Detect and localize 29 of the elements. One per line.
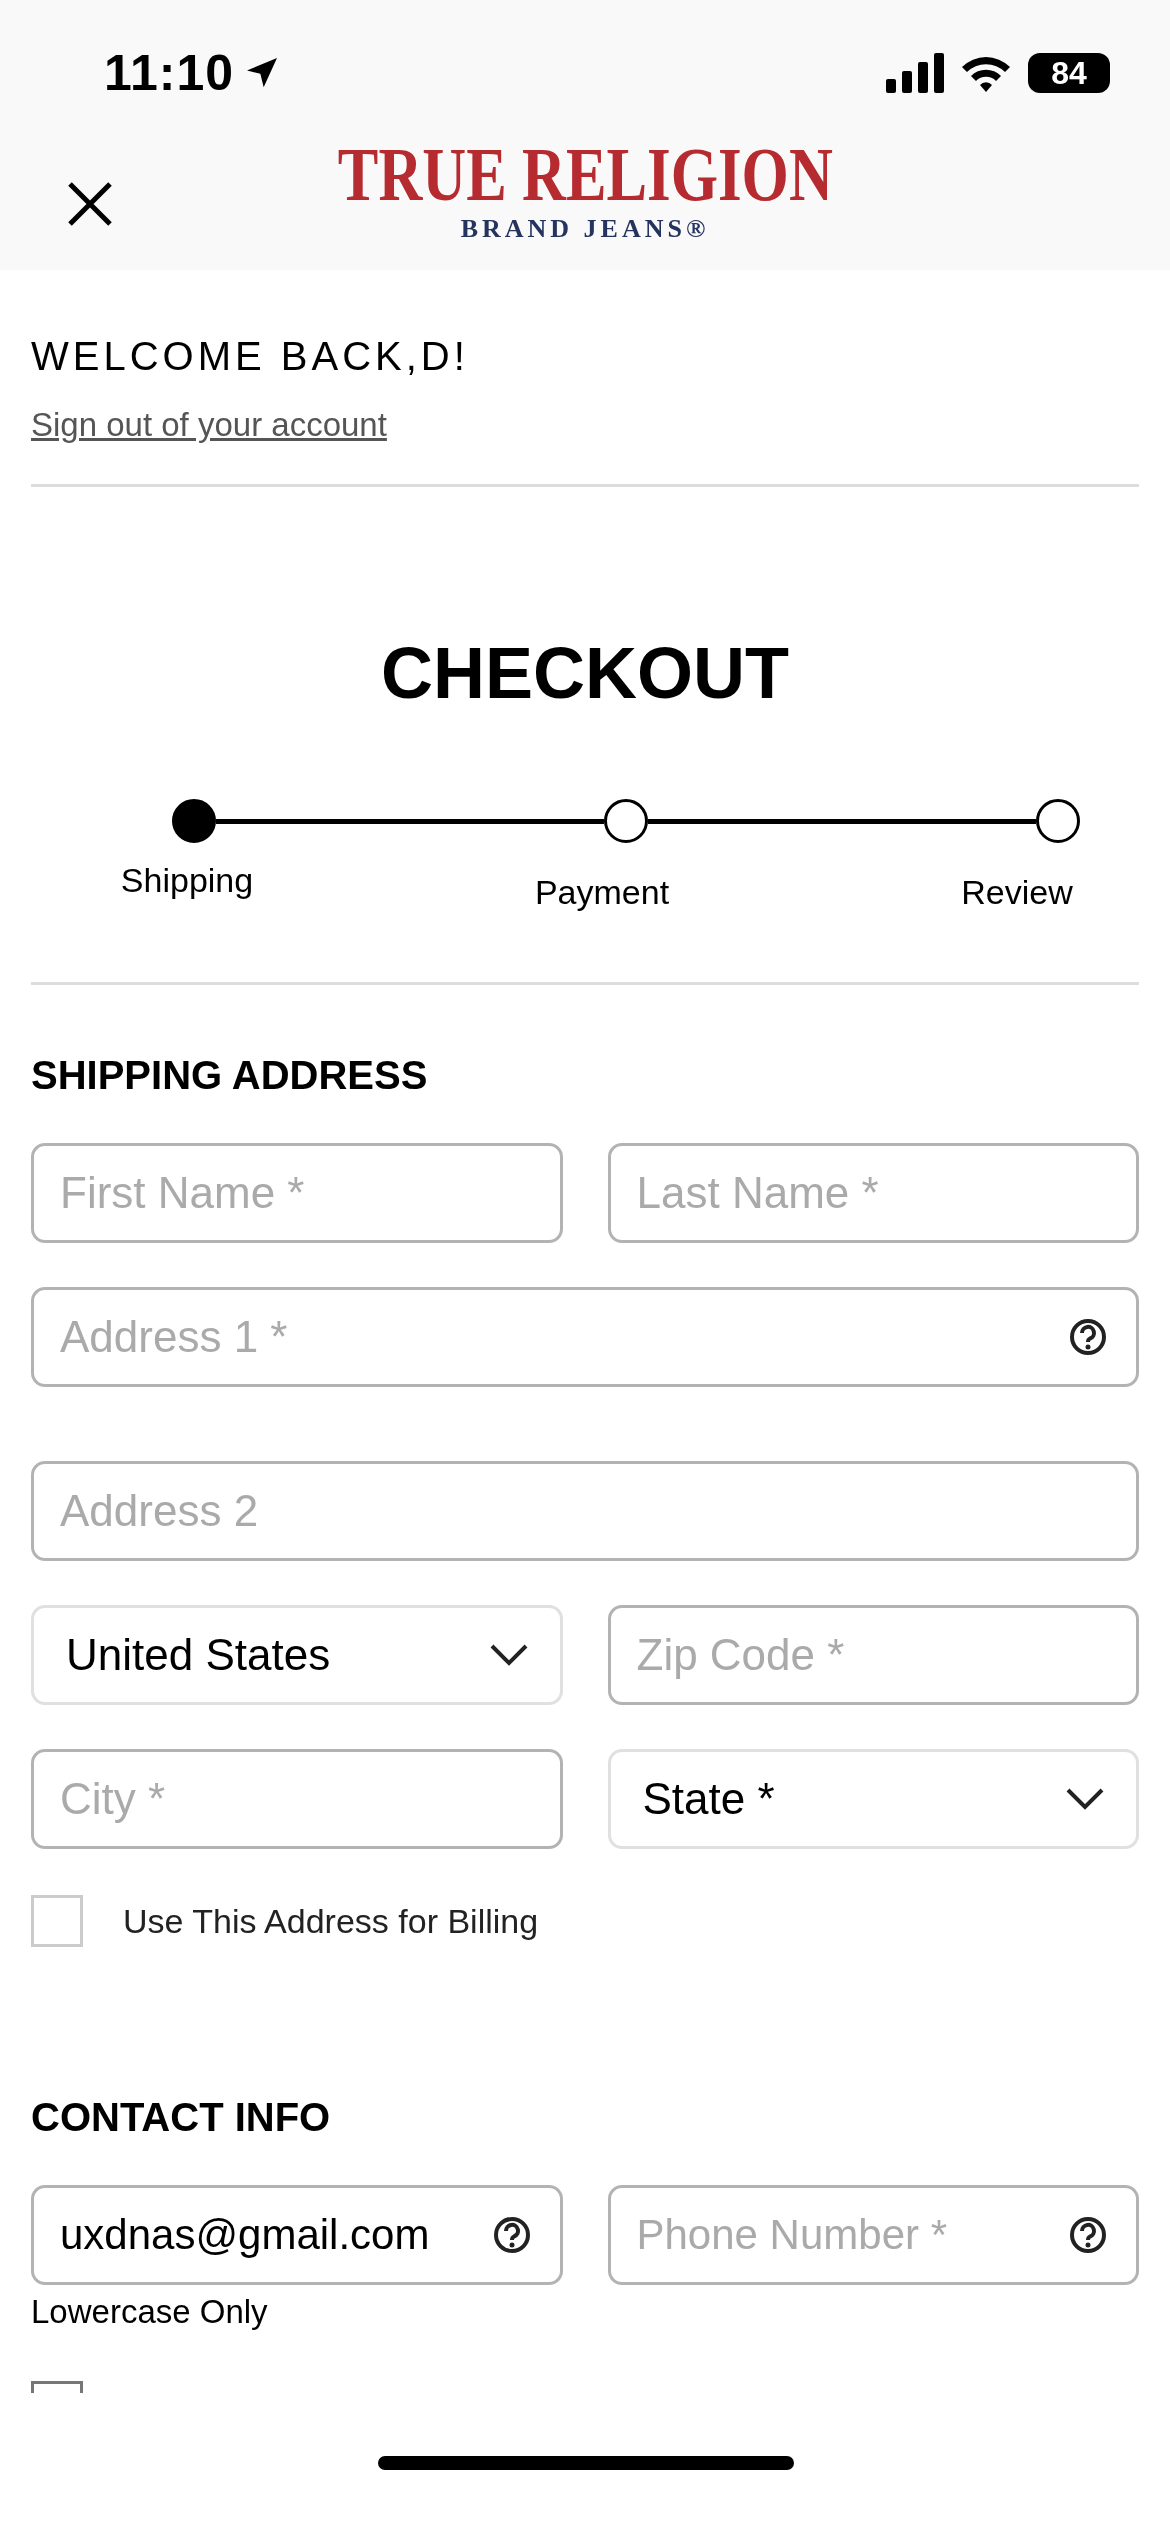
- input-field[interactable]: Address 1 *: [31, 1287, 1139, 1387]
- input-field[interactable]: First Name *: [31, 1143, 563, 1243]
- step-label: Shipping: [120, 861, 254, 901]
- close-icon: [66, 180, 114, 228]
- clock: 11:10: [104, 44, 235, 102]
- logo-subtitle: BRAND JEANS®: [460, 214, 710, 244]
- step-label: Review: [961, 873, 1073, 912]
- page-title: CHECKOUT: [380, 637, 790, 709]
- logo-title: TRUE RELIGION: [337, 136, 833, 212]
- checkbox[interactable]: [31, 1895, 83, 1947]
- sign-out-link[interactable]: Sign out of your account: [31, 406, 387, 444]
- section-heading: CONTACT INFO: [31, 2097, 332, 2137]
- step-label: Payment: [534, 873, 670, 912]
- section-heading: SHIPPING ADDRESS: [31, 1055, 429, 1095]
- input-field[interactable]: City *: [31, 1749, 563, 1849]
- dropdown[interactable]: State *: [607, 1749, 1139, 1849]
- chevron-down-icon: [1066, 1788, 1104, 1810]
- chevron-down-icon: [489, 1644, 528, 1666]
- battery-level: 84: [1051, 54, 1087, 92]
- input-field[interactable]: Last Name *: [607, 1143, 1139, 1243]
- greeting: WELCOME BACK,D!: [31, 336, 470, 376]
- signal-icon: [886, 53, 944, 93]
- input-field[interactable]: Zip Code *: [607, 1605, 1139, 1705]
- input-field[interactable]: Address 2: [31, 1461, 1139, 1561]
- input-field[interactable]: Phone Number *: [607, 2185, 1139, 2285]
- input-field[interactable]: uxdnas@gmail.com: [31, 2185, 563, 2285]
- hint-text: Lowercase Only: [31, 2293, 269, 2331]
- dropdown[interactable]: United States: [31, 1605, 563, 1705]
- checkbox-label: Use This Address for Billing: [123, 1901, 539, 1941]
